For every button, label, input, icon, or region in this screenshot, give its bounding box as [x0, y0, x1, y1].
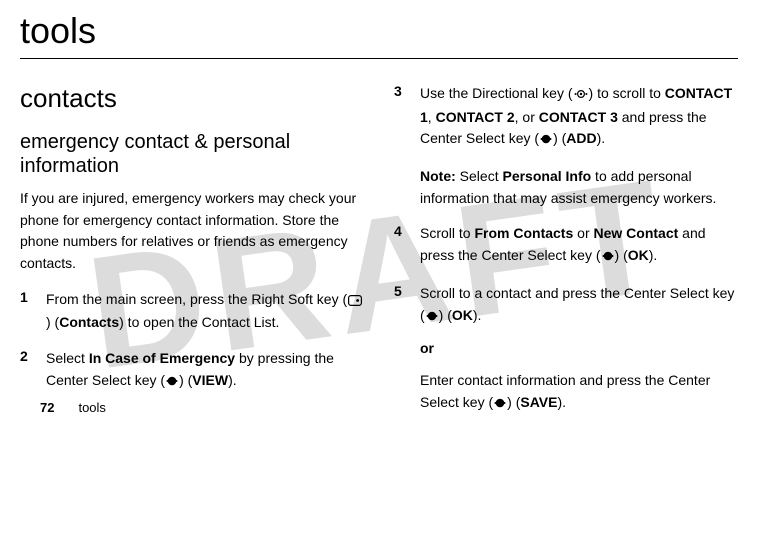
directional-key-icon — [574, 85, 588, 107]
note-label: Note: — [420, 168, 456, 184]
note-block: Note: Select Personal Info to add person… — [420, 166, 738, 209]
personal-info-token: Personal Info — [502, 168, 591, 184]
step-number: 2 — [20, 348, 32, 393]
t: ). — [597, 130, 606, 146]
contact2-token: CONTACT 2 — [436, 109, 515, 125]
from-contacts-token: From Contacts — [474, 225, 573, 241]
step-number: 5 — [394, 283, 406, 415]
footer-label: tools — [78, 400, 105, 415]
t: ) ( — [507, 394, 520, 410]
contacts-token: Contacts — [59, 314, 119, 330]
t: ) ( — [179, 372, 192, 388]
center-select-key-icon — [166, 372, 178, 394]
step-4: 4 Scroll to From Contacts or New Contact… — [394, 223, 738, 268]
page-number: 72 — [40, 400, 54, 415]
intro-paragraph: If you are injured, emergency workers ma… — [20, 188, 364, 275]
t: ) ( — [615, 247, 628, 263]
t: ) ( — [46, 314, 59, 330]
add-token: ADD — [566, 130, 596, 146]
t: Select — [456, 168, 503, 184]
t: ). — [649, 247, 658, 263]
t: ) ( — [439, 307, 452, 323]
view-token: VIEW — [192, 372, 228, 388]
section-heading: contacts — [20, 83, 364, 114]
step-body: Scroll to a contact and press the Center… — [420, 283, 738, 415]
step-body: From the main screen, press the Right So… — [46, 289, 364, 334]
step-2: 2 Select In Case of Emergency by pressin… — [20, 348, 364, 393]
step-body: Scroll to From Contacts or New Contact a… — [420, 223, 738, 268]
t: , — [428, 109, 436, 125]
t: ) ( — [553, 130, 566, 146]
right-soft-key-icon — [348, 291, 362, 313]
t: Scroll to — [420, 225, 474, 241]
save-token: SAVE — [520, 394, 557, 410]
center-select-key-icon — [540, 130, 552, 152]
title-rule — [20, 58, 738, 59]
ok-token: OK — [628, 247, 649, 263]
center-select-key-icon — [426, 307, 438, 329]
step-number: 3 — [394, 83, 406, 152]
t: ) to scroll to — [589, 85, 665, 101]
step-number: 4 — [394, 223, 406, 268]
t: Select — [46, 350, 89, 366]
t: From the main screen, press the Right So… — [46, 291, 347, 307]
left-column: contacts emergency contact & personal in… — [20, 83, 364, 429]
center-select-key-icon — [602, 247, 614, 269]
right-column: 3 Use the Directional key ( ) to scroll t… — [394, 83, 738, 429]
t: ) to open the Contact List. — [119, 314, 279, 330]
t: , or — [515, 109, 539, 125]
t: ). — [228, 372, 237, 388]
in-case-of-emergency-token: In Case of Emergency — [89, 350, 235, 366]
subsection-heading: emergency contact & personal information — [20, 130, 364, 178]
new-contact-token: New Contact — [594, 225, 679, 241]
step-3: 3 Use the Directional key ( ) to scroll t… — [394, 83, 738, 152]
t: ). — [473, 307, 482, 323]
step-number: 1 — [20, 289, 32, 334]
page-content: tools contacts emergency contact & perso… — [20, 10, 738, 429]
two-column-layout: contacts emergency contact & personal in… — [20, 83, 738, 429]
step-1: 1 From the main screen, press the Right … — [20, 289, 364, 334]
page-footer: 72 tools — [40, 400, 106, 415]
t: ). — [557, 394, 566, 410]
step-body: Select In Case of Emergency by pressing … — [46, 348, 364, 393]
ok-token: OK — [452, 307, 473, 323]
step-5: 5 Scroll to a contact and press the Cent… — [394, 283, 738, 415]
center-select-key-icon — [494, 394, 506, 416]
page-title: tools — [20, 10, 738, 52]
contact3-token: CONTACT 3 — [539, 109, 618, 125]
or-separator: or — [420, 338, 738, 360]
t: or — [573, 225, 593, 241]
t: Use the Directional key ( — [420, 85, 573, 101]
step-body: Use the Directional key () to scroll to … — [420, 83, 738, 152]
